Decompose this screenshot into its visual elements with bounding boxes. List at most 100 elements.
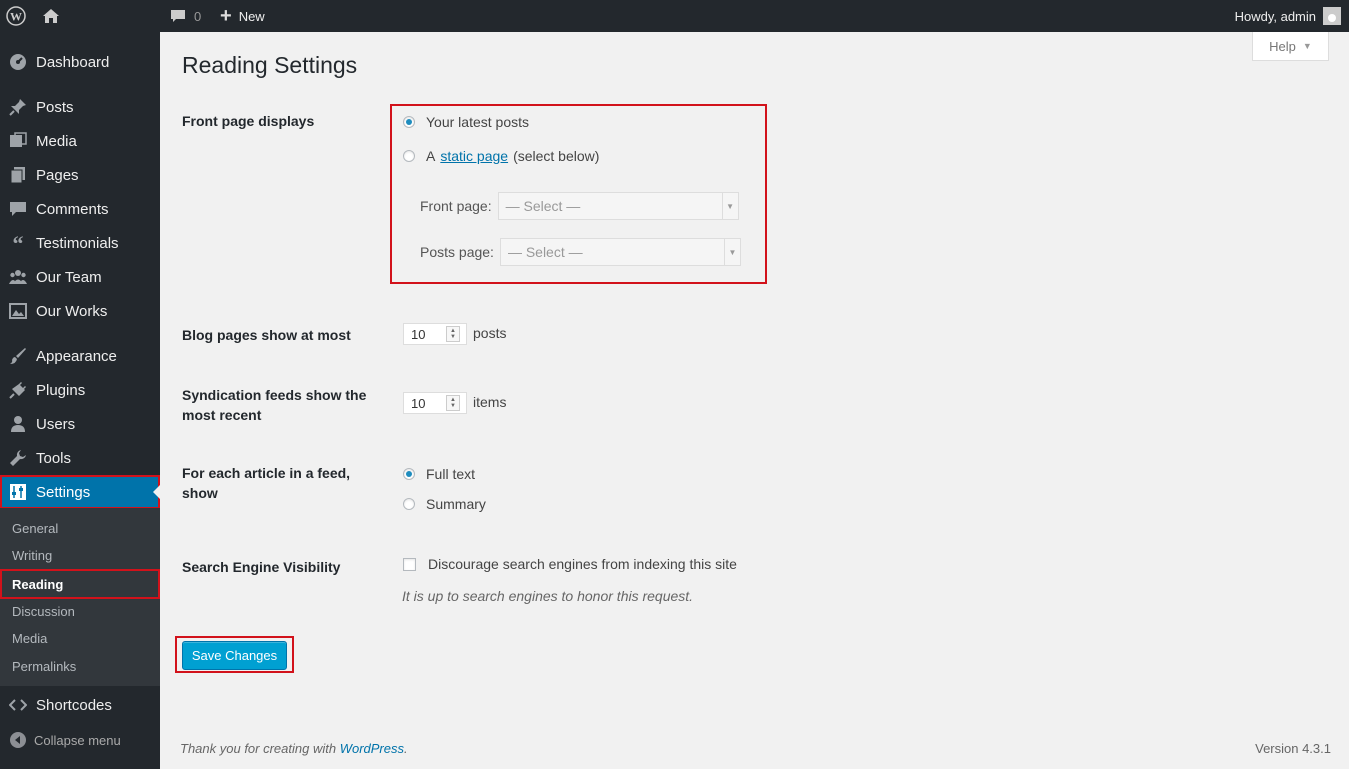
number-value: 10 [411,395,426,411]
spinner-arrows-icon[interactable]: ▲ ▼ [446,326,460,342]
menu-label: Appearance [36,347,117,365]
footer-thanks: Thank you for creating with WordPress. [180,741,408,756]
admin-bar-comments[interactable]: 0 [170,0,201,32]
menu-posts[interactable]: Posts [0,90,160,124]
paintbrush-icon [9,347,27,365]
menu-our-works[interactable]: Our Works [0,294,160,328]
radio-label: Summary [426,496,486,512]
menu-plugins[interactable]: Plugins [0,373,160,407]
menu-media[interactable]: Media [0,124,160,158]
menu-shortcodes[interactable]: Shortcodes [0,688,160,722]
menu-label: Settings [36,483,91,501]
svg-text:W: W [10,10,22,24]
static-page-link[interactable]: static page [440,148,508,164]
menu-label: Our Works [36,302,108,320]
team-icon [9,268,27,286]
radio-button[interactable] [403,116,415,128]
comment-icon [9,200,27,218]
help-tab-button[interactable]: Help ▼ [1252,32,1329,61]
new-label: New [238,8,265,24]
admin-bar-account[interactable]: Howdy, admin [1235,0,1341,32]
menu-label: Plugins [36,381,86,399]
caret-down-icon: ▼ [1302,41,1312,51]
menu-pages[interactable]: Pages [0,158,160,192]
submenu-reading[interactable]: Reading [0,569,160,599]
select-value: — Select — [507,244,583,260]
menu-tools[interactable]: Tools [0,441,160,475]
radio-button[interactable] [403,468,415,480]
menu-label: Comments [36,200,109,218]
radio-static-page[interactable]: A static page (select below) [403,148,599,164]
discourage-search-checkbox-row[interactable]: Discourage search engines from indexing … [403,556,737,572]
menu-label: Posts [36,98,74,116]
menu-settings[interactable]: Settings [0,475,160,509]
posts-page-select[interactable]: — Select — ▼ [499,238,741,266]
radio-latest-posts[interactable]: Your latest posts [403,114,529,130]
menu-label: Tools [36,449,72,467]
menu-users[interactable]: Users [0,407,160,441]
radio-full-text[interactable]: Full text [403,466,475,482]
plus-icon: + [220,5,232,27]
pages-icon [9,166,27,184]
search-visibility-label: Search Engine Visibility [182,559,341,575]
spinner-arrows-icon[interactable]: ▲ ▼ [446,395,460,411]
footer-thanks-text: Thank you for creating with [180,741,337,756]
menu-label: Testimonials [36,234,119,252]
dropdown-arrow-icon: ▼ [721,193,738,219]
syndication-unit: items [473,394,507,410]
plugin-icon [9,381,27,399]
blog-pages-input[interactable]: 10 ▲ ▼ [403,323,467,345]
svg-text:“: “ [13,234,24,252]
blog-pages-label: Blog pages show at most [182,327,351,343]
posts-page-select-row: Posts page: — Select — ▼ [420,238,741,266]
menu-label: Users [36,415,76,433]
syndication-label: Syndication feeds show the most recent [182,387,367,423]
posts-page-label: Posts page: [420,244,494,260]
help-label: Help [1269,38,1296,54]
user-icon [9,415,27,433]
code-icon [9,696,27,714]
radio-label: Your latest posts [426,114,529,130]
search-visibility-description: It is up to search engines to honor this… [402,588,694,604]
home-icon[interactable] [42,0,62,32]
dashboard-icon [9,53,27,71]
save-changes-button[interactable]: Save Changes [182,641,287,670]
submenu-discussion[interactable]: Discussion [0,598,160,625]
wordpress-link[interactable]: WordPress [340,741,404,756]
comments-count: 0 [194,8,202,24]
settings-sliders-icon [9,483,27,501]
collapse-label: Collapse menu [34,732,121,748]
submenu-writing[interactable]: Writing [0,542,160,569]
wordpress-logo-icon[interactable]: W [6,0,28,32]
menu-testimonials[interactable]: “ Testimonials [0,226,160,260]
radio-button[interactable] [403,498,415,510]
submenu-permalinks[interactable]: Permalinks [0,653,160,680]
menu-label: Shortcodes [36,696,112,714]
front-page-select-row: Front page: — Select — ▼ [420,192,739,220]
menu-dashboard[interactable]: Dashboard [0,45,160,79]
menu-label: Our Team [36,268,102,286]
admin-bar-new[interactable]: + New [220,0,265,32]
submenu-media[interactable]: Media [0,625,160,652]
menu-label: Pages [36,166,79,184]
front-page-select[interactable]: — Select — ▼ [497,192,739,220]
submenu-general[interactable]: General [0,515,160,542]
menu-comments[interactable]: Comments [0,192,160,226]
admin-bar: W 0 + New Howdy, admin [0,0,1349,32]
radio-button[interactable] [403,150,415,162]
menu-our-team[interactable]: Our Team [0,260,160,294]
collapse-arrow-icon [10,732,26,748]
discourage-search-checkbox[interactable] [403,557,416,571]
radio-summary[interactable]: Summary [403,496,486,512]
quote-icon: “ [9,234,27,252]
syndication-input[interactable]: 10 ▲ ▼ [403,392,467,414]
feed-article-label: For each article in a feed, show [182,465,351,501]
checkbox-label: Discourage search engines from indexing … [428,556,737,572]
collapse-menu-button[interactable]: Collapse menu [0,726,160,754]
footer-version: Version 4.3.1 [1255,741,1331,756]
footer-thanks-period: . [404,741,408,756]
menu-appearance[interactable]: Appearance [0,339,160,373]
howdy-text: Howdy, admin [1234,8,1316,24]
dropdown-arrow-icon: ▼ [723,239,740,265]
blog-pages-unit: posts [473,325,507,341]
